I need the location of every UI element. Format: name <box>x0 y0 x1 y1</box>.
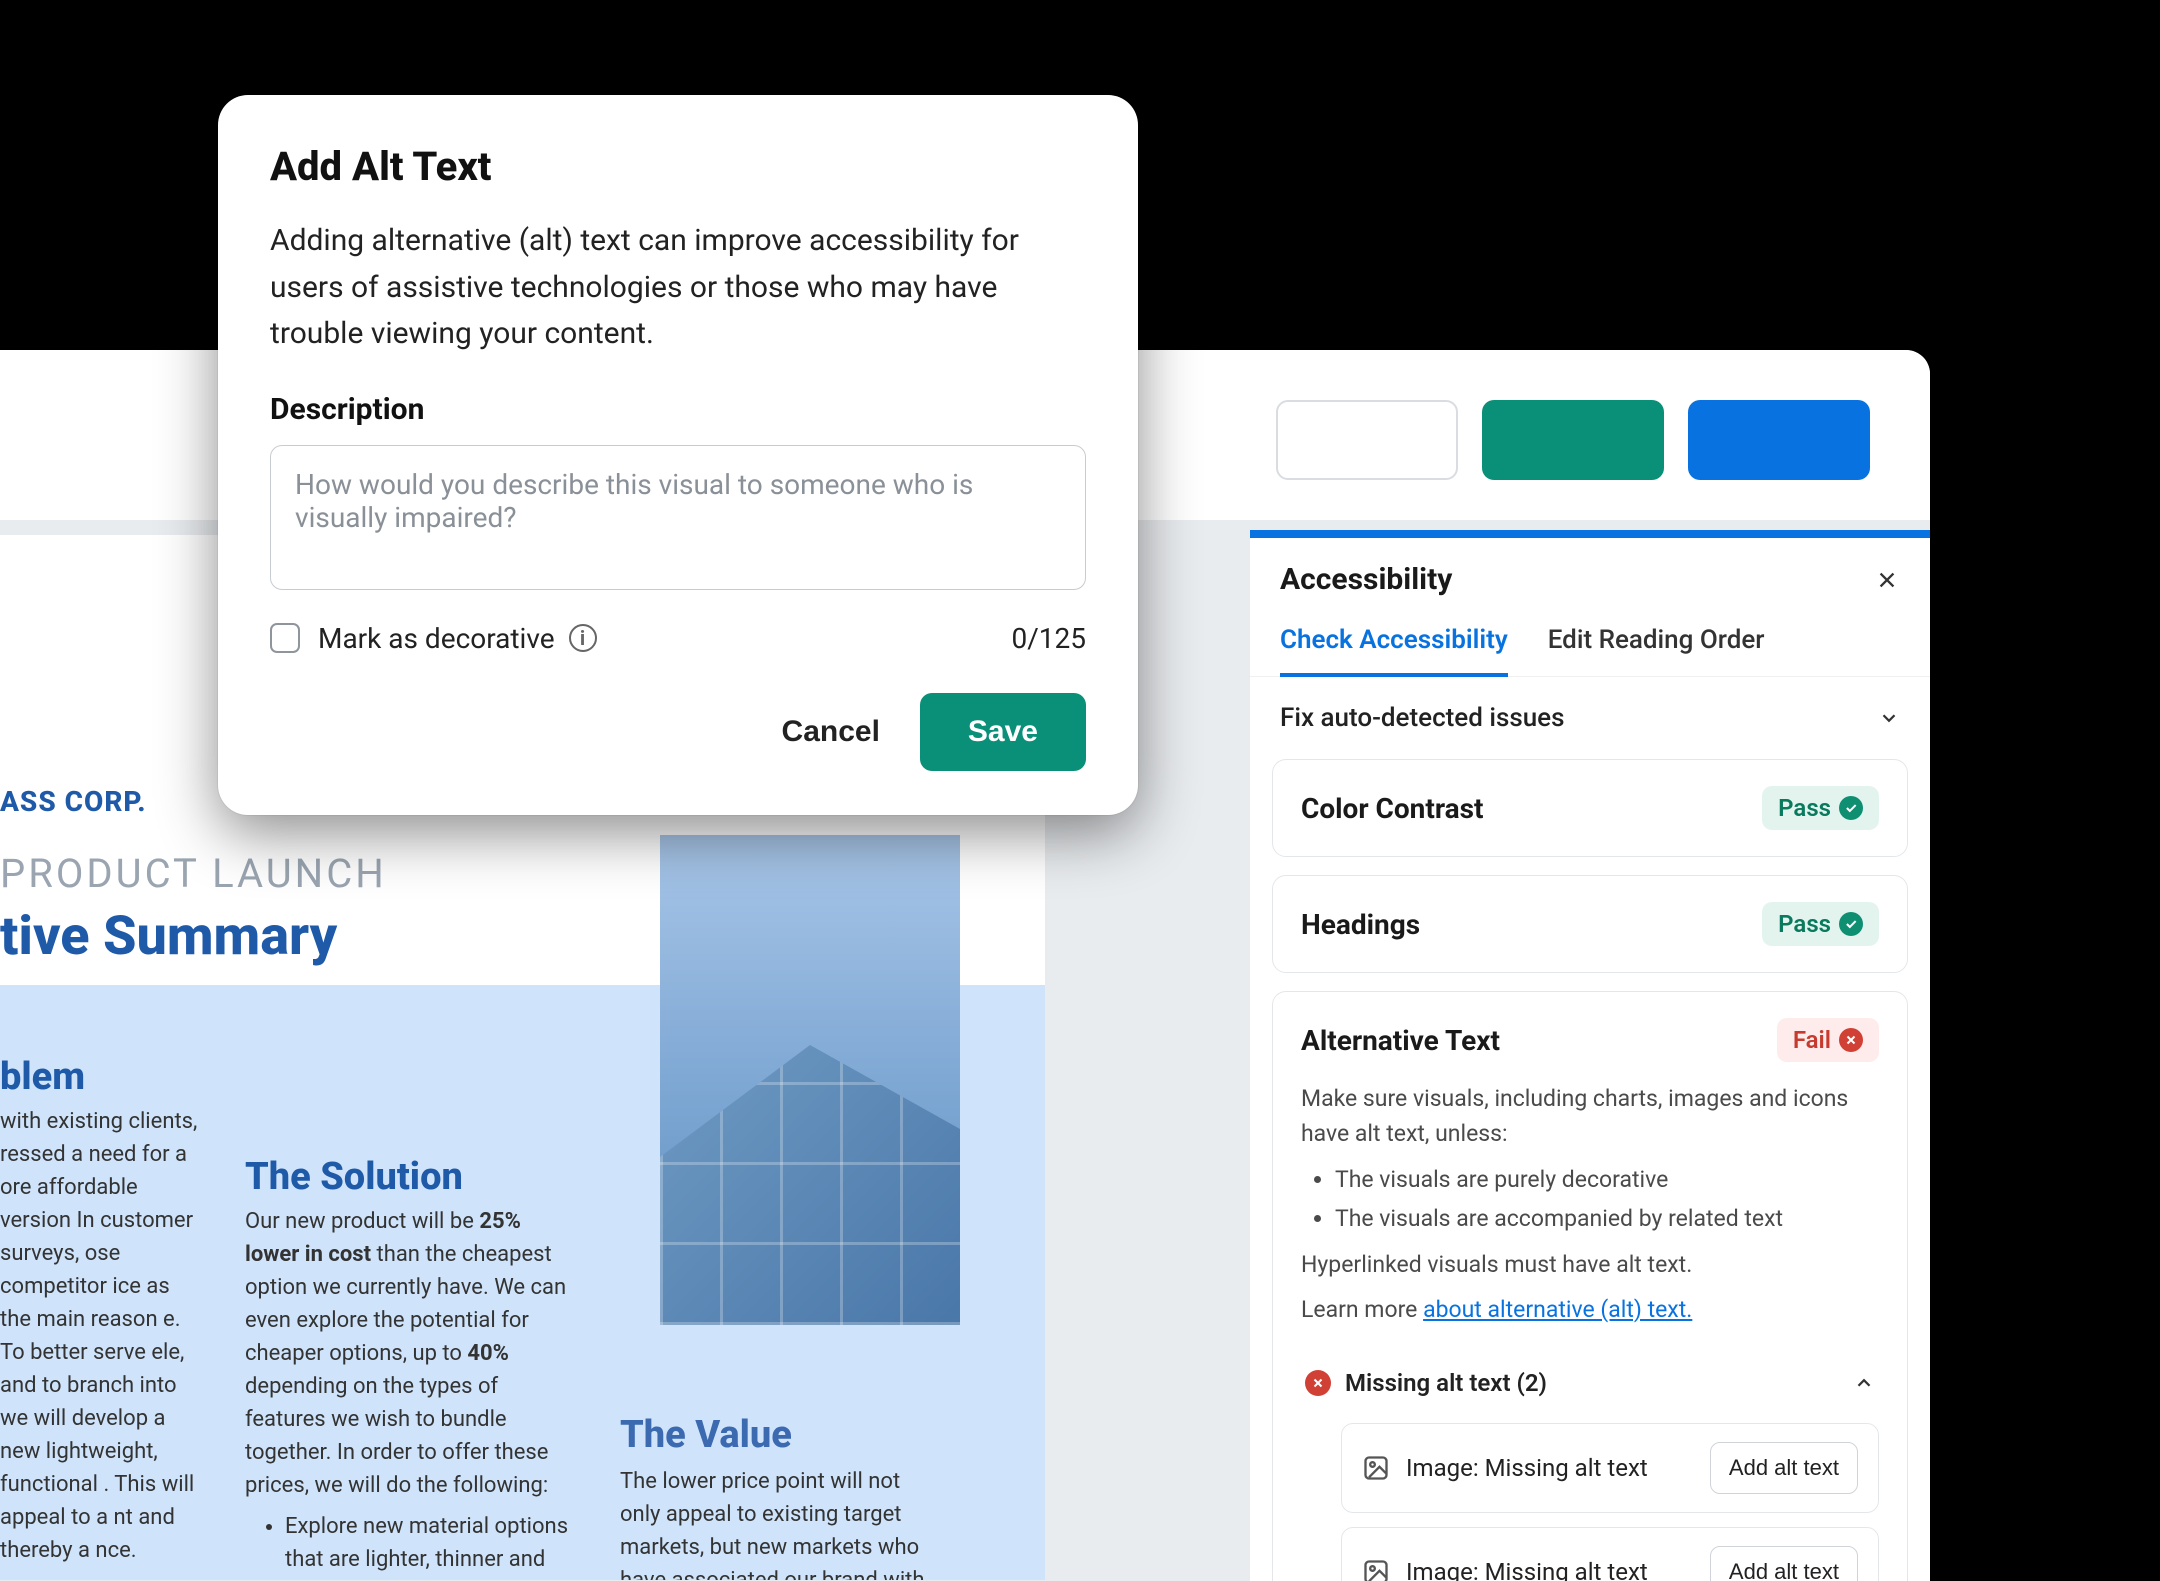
doc-body-value: The lower price point will not only appe… <box>620 1465 945 1580</box>
missing-item: Image: Missing alt text Add alt text <box>1341 1527 1879 1581</box>
alttext-hyperlink-note: Hyperlinked visuals must have alt text. <box>1301 1248 1879 1283</box>
dialog-actions: Cancel Save <box>270 693 1086 771</box>
a11y-tabs: Check Accessibility Edit Reading Order <box>1250 615 1930 677</box>
learn-more-prefix: Learn more <box>1301 1296 1423 1323</box>
card-color-contrast[interactable]: Color Contrast Pass <box>1272 759 1908 857</box>
a11y-title: Accessibility <box>1280 562 1452 597</box>
cancel-button[interactable]: Cancel <box>772 703 890 761</box>
card-title: Alternative Text <box>1301 1024 1500 1057</box>
card-headings[interactable]: Headings Pass <box>1272 875 1908 973</box>
info-icon[interactable]: i <box>569 624 597 652</box>
a11y-cards: Color Contrast Pass Headings Pass <box>1250 759 1930 1581</box>
doc-corp-name: ASS CORP. <box>0 785 147 818</box>
doc-body-problem: with existing clients, ressed a need for… <box>0 1105 205 1567</box>
add-alt-text-dialog: Add Alt Text Adding alternative (alt) te… <box>218 95 1138 815</box>
save-button[interactable]: Save <box>920 693 1086 771</box>
alttext-intro: Make sure visuals, including charts, ima… <box>1301 1082 1879 1151</box>
fix-issues-header[interactable]: Fix auto-detected issues <box>1250 677 1930 759</box>
description-textarea[interactable] <box>270 445 1086 590</box>
toolbar-button-blue[interactable] <box>1688 400 1870 480</box>
accessibility-panel: Accessibility Check Accessibility Edit R… <box>1250 530 1930 1581</box>
toolbar-button-outline[interactable] <box>1276 400 1458 480</box>
missing-item-label: Image: Missing alt text <box>1406 1454 1694 1482</box>
chevron-up-icon <box>1853 1372 1875 1394</box>
add-alt-text-button[interactable]: Add alt text <box>1710 1442 1858 1494</box>
card-alternative-text: Alternative Text Fail Make sure visuals,… <box>1272 991 1908 1581</box>
missing-alt-text-header[interactable]: Missing alt text (2) <box>1301 1365 1879 1409</box>
doc-solution-bullet: Explore new material options that are li… <box>285 1510 580 1580</box>
alttext-bullet: The visuals are accompanied by related t… <box>1335 1202 1879 1237</box>
toolbar-buttons <box>1276 400 1870 480</box>
x-circle-icon <box>1839 1028 1863 1052</box>
char-counter: 0/125 <box>1012 622 1087 655</box>
image-icon <box>1362 1558 1390 1581</box>
toolbar-button-teal[interactable] <box>1482 400 1664 480</box>
add-alt-text-button[interactable]: Add alt text <box>1710 1546 1858 1581</box>
doc-building-image[interactable] <box>660 835 960 1325</box>
tab-edit-reading-order[interactable]: Edit Reading Order <box>1548 615 1765 676</box>
image-icon <box>1362 1454 1390 1482</box>
missing-header-text: Missing alt text (2) <box>1345 1369 1547 1397</box>
doc-body-solution: Our new product will be 25% lower in cos… <box>245 1205 580 1580</box>
card-body: Make sure visuals, including charts, ima… <box>1301 1082 1879 1327</box>
doc-heading-problem: blem <box>0 1055 85 1099</box>
fix-issues-label: Fix auto-detected issues <box>1280 703 1565 733</box>
description-label: Description <box>270 392 1086 427</box>
missing-item: Image: Missing alt text Add alt text <box>1341 1423 1879 1513</box>
a11y-header: Accessibility <box>1250 538 1930 615</box>
card-title: Color Contrast <box>1301 792 1484 825</box>
status-badge-pass: Pass <box>1762 786 1879 830</box>
chevron-down-icon <box>1878 707 1900 729</box>
dialog-title: Add Alt Text <box>270 143 1086 190</box>
x-circle-icon <box>1305 1370 1331 1396</box>
dialog-options-row: Mark as decorative i 0/125 <box>270 622 1086 655</box>
status-badge-fail: Fail <box>1777 1018 1879 1062</box>
card-title: Headings <box>1301 908 1420 941</box>
learn-more-link[interactable]: about alternative (alt) text. <box>1423 1296 1692 1323</box>
doc-launch-label: PRODUCT LAUNCH <box>0 850 387 897</box>
check-circle-icon <box>1839 912 1863 936</box>
tab-check-accessibility[interactable]: Check Accessibility <box>1280 615 1508 677</box>
doc-heading-solution: The Solution <box>245 1155 463 1199</box>
status-badge-pass: Pass <box>1762 902 1879 946</box>
close-icon[interactable] <box>1874 567 1900 593</box>
missing-item-label: Image: Missing alt text <box>1406 1558 1694 1581</box>
missing-alt-text-section: Missing alt text (2) Image: Missing alt … <box>1301 1349 1879 1581</box>
alttext-bullet: The visuals are purely decorative <box>1335 1163 1879 1198</box>
dialog-help-text: Adding alternative (alt) text can improv… <box>270 218 1086 358</box>
check-circle-icon <box>1839 796 1863 820</box>
doc-summary-heading: tive Summary <box>0 905 337 968</box>
mark-decorative-label: Mark as decorative <box>318 622 555 655</box>
mark-decorative-checkbox[interactable] <box>270 623 300 653</box>
doc-heading-value: The Value <box>620 1413 792 1457</box>
